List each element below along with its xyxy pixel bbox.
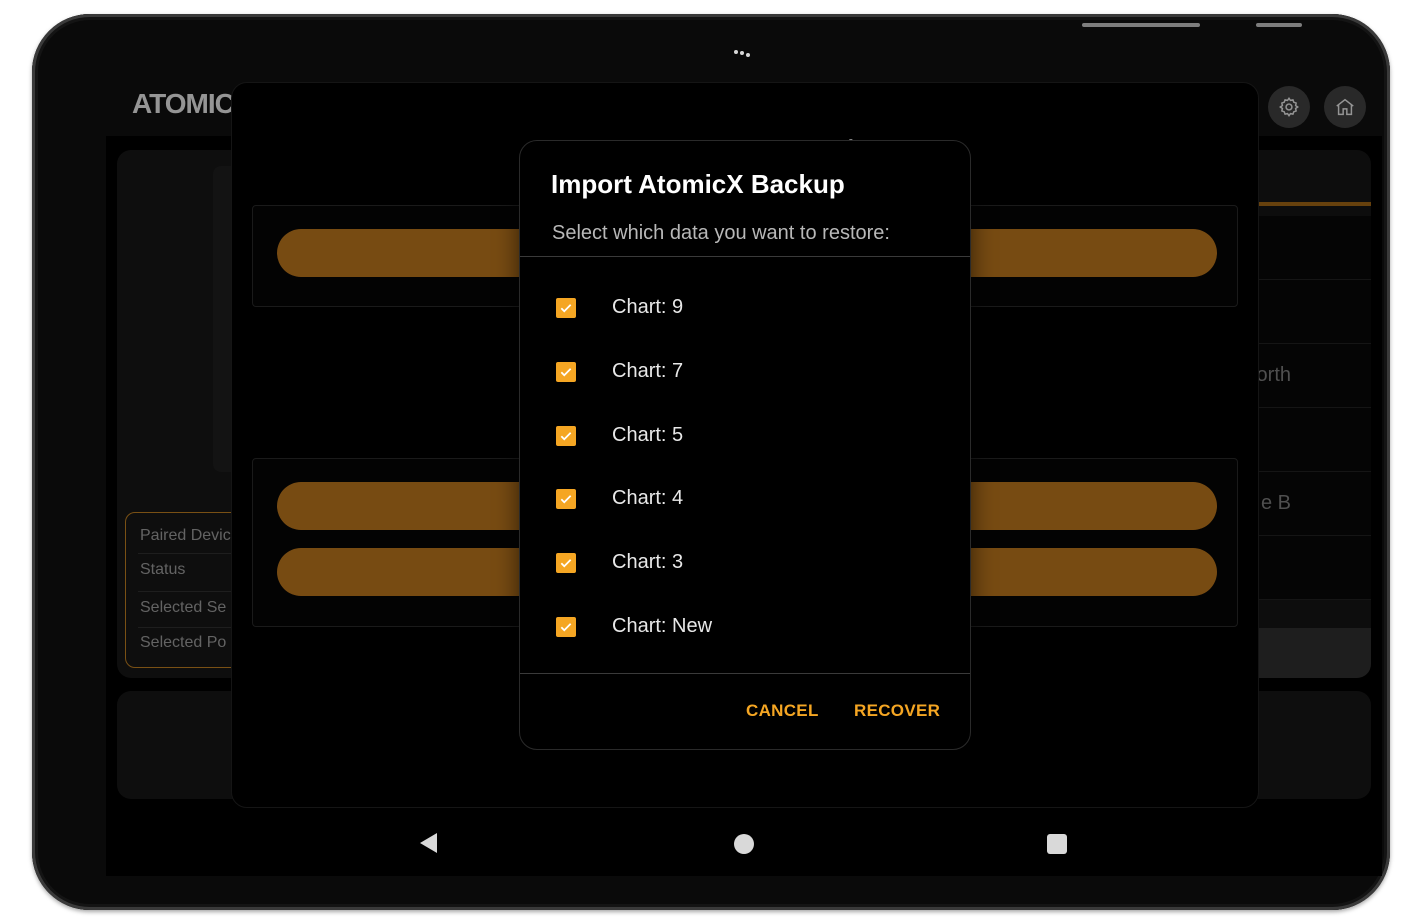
home-circle-icon[interactable] [734,834,754,854]
checkbox[interactable] [556,362,576,382]
dialog-subtitle: Select which data you want to restore: [552,222,890,244]
checkbox[interactable] [556,553,576,573]
chart-option-5[interactable]: Chart: 5 [520,408,970,464]
chart-option-label: Chart: 7 [612,360,684,382]
chart-option-3[interactable]: Chart: 3 [520,535,970,591]
checkbox[interactable] [556,489,576,509]
checkbox[interactable] [556,617,576,637]
check-icon [560,495,572,504]
chart-option-label: Chart: 9 [612,296,684,318]
power-button [1256,23,1302,27]
tablet-frame: ATOMICX Paired Devic Status Selected [32,14,1390,910]
chart-option-label: Chart: 3 [612,551,684,573]
back-triangle-icon[interactable] [418,832,438,854]
chart-option-4[interactable]: Chart: 4 [520,471,970,527]
check-icon [560,368,572,377]
chart-option-new[interactable]: Chart: New [520,599,970,655]
check-icon [560,304,572,313]
dialog-title: Import AtomicX Backup [551,169,845,199]
chart-option-label: Chart: 4 [612,487,684,509]
screen: ATOMICX Paired Devic Status Selected [106,74,1382,876]
check-icon [560,432,572,441]
recover-button[interactable]: RECOVER [854,701,940,721]
chart-option-9[interactable]: Chart: 9 [520,280,970,336]
cancel-button[interactable]: CANCEL [746,701,819,721]
import-backup-dialog: Import AtomicX Backup Select which data … [519,140,971,750]
chart-option-7[interactable]: Chart: 7 [520,344,970,400]
check-icon [560,559,572,568]
chart-option-label: Chart: New [612,615,713,637]
chart-option-label: Chart: 5 [612,424,684,446]
checkbox[interactable] [556,298,576,318]
check-icon [560,623,572,632]
checkbox[interactable] [556,426,576,446]
volume-button [1082,23,1200,27]
camera-icon [732,48,758,62]
recent-square-icon[interactable] [1047,834,1067,854]
